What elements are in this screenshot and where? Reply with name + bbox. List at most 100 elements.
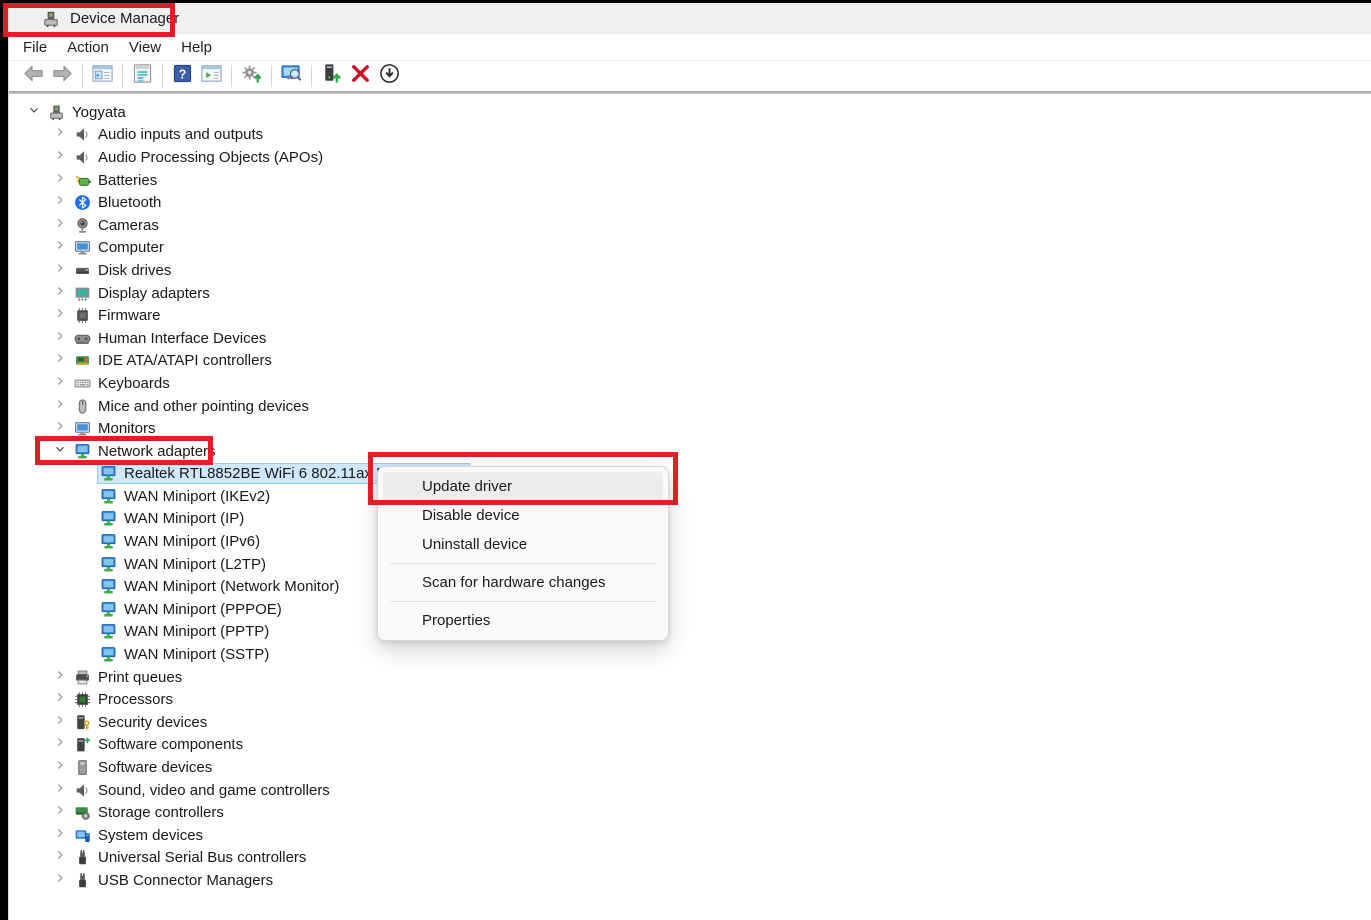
tree-item-universal-serial-bus-controllers[interactable]: Universal Serial Bus controllers [9, 847, 1371, 870]
expand-chevron[interactable] [49, 194, 71, 212]
help-button[interactable]: ? [169, 63, 196, 89]
disable-device-button[interactable] [376, 63, 403, 89]
menu-item-file[interactable]: File [13, 37, 57, 58]
tree-item-monitors[interactable]: Monitors [9, 417, 1371, 440]
update-driver-software-button[interactable] [238, 63, 265, 89]
tree-item-print-queues[interactable]: Print queues [9, 666, 1371, 689]
expand-chevron[interactable] [49, 307, 71, 325]
tree-item-cameras[interactable]: Cameras [9, 214, 1371, 237]
context-menu-item-properties[interactable]: Properties [383, 606, 663, 635]
scan-hardware-changes-button[interactable] [278, 63, 305, 89]
tree-item-realtek-rtl8852be-wifi-6-802-11ax-pcie-adapter[interactable]: Realtek RTL8852BE WiFi 6 802.11ax PCIe A… [9, 463, 1371, 486]
tree-item-audio-processing-objects-apos[interactable]: Audio Processing Objects (APOs) [9, 146, 1371, 169]
tree-item-batteries[interactable]: Batteries [9, 169, 1371, 192]
expand-chevron[interactable] [49, 826, 71, 844]
tree-row-content: WAN Miniport (IKEv2) [97, 486, 275, 507]
properties-button[interactable] [129, 63, 156, 89]
tree-item-wan-miniport-ipv6[interactable]: WAN Miniport (IPv6) [9, 530, 1371, 553]
tree-item-computer[interactable]: Computer [9, 237, 1371, 260]
menu-item-view[interactable]: View [119, 37, 171, 58]
back-icon [22, 62, 45, 90]
show-hide-console-tree-button[interactable] [89, 63, 116, 89]
expand-chevron[interactable] [49, 668, 71, 686]
context-menu-item-uninstall-device[interactable]: Uninstall device [383, 530, 663, 559]
tree-item-yogyata[interactable]: Yogyata [9, 101, 1371, 124]
expand-chevron[interactable] [49, 148, 71, 166]
network-icon [100, 623, 117, 640]
tree-item-ide-ata-atapi-controllers[interactable]: IDE ATA/ATAPI controllers [9, 350, 1371, 373]
tree-item-usb-connector-managers[interactable]: USB Connector Managers [9, 869, 1371, 892]
menu-item-help[interactable]: Help [171, 37, 222, 58]
expand-chevron[interactable] [49, 397, 71, 415]
expand-chevron[interactable] [49, 126, 71, 144]
tree-row-content: WAN Miniport (IP) [97, 508, 249, 529]
network-icon [100, 601, 117, 618]
tree-item-label: IDE ATA/ATAPI controllers [98, 352, 272, 369]
tree-item-wan-miniport-sstp[interactable]: WAN Miniport (SSTP) [9, 643, 1371, 666]
device-manager-window: Device Manager FileActionViewHelp ? Yogy… [8, 3, 1371, 920]
tree-item-wan-miniport-pptp[interactable]: WAN Miniport (PPTP) [9, 621, 1371, 644]
disable-device-icon [378, 62, 401, 90]
expand-chevron[interactable] [49, 261, 71, 279]
expand-chevron[interactable] [49, 352, 71, 370]
tree-item-sound-video-and-game-controllers[interactable]: Sound, video and game controllers [9, 779, 1371, 802]
chevron-right-icon [53, 216, 67, 235]
tree-row-content: System devices [71, 825, 208, 846]
action-pane-button[interactable] [198, 63, 225, 89]
expand-chevron[interactable] [49, 713, 71, 731]
context-menu-item-scan-for-hardware-changes[interactable]: Scan for hardware changes [383, 568, 663, 597]
context-menu-item-update-driver[interactable]: Update driver [383, 472, 663, 501]
expand-chevron[interactable] [49, 171, 71, 189]
tree-row-content: Human Interface Devices [71, 328, 271, 349]
expand-chevron[interactable] [49, 420, 71, 438]
tree-item-security-devices[interactable]: Security devices [9, 711, 1371, 734]
expand-chevron[interactable] [49, 691, 71, 709]
expand-chevron[interactable] [49, 759, 71, 777]
tree-item-firmware[interactable]: Firmware [9, 304, 1371, 327]
collapse-chevron[interactable] [23, 103, 45, 121]
forward-button[interactable] [49, 63, 76, 89]
tree-item-system-devices[interactable]: System devices [9, 824, 1371, 847]
tree-item-network-adapters[interactable]: Network adapters [9, 440, 1371, 463]
menu-item-action[interactable]: Action [57, 37, 119, 58]
tree-item-software-components[interactable]: Software components [9, 734, 1371, 757]
expand-chevron[interactable] [49, 804, 71, 822]
update-driver-software-icon [240, 62, 263, 90]
tree-item-processors[interactable]: Processors [9, 688, 1371, 711]
tree-item-human-interface-devices[interactable]: Human Interface Devices [9, 327, 1371, 350]
expand-chevron[interactable] [49, 849, 71, 867]
expand-chevron[interactable] [49, 736, 71, 754]
update-driver-toolbar-button[interactable] [318, 63, 345, 89]
expand-chevron[interactable] [49, 239, 71, 257]
expand-chevron[interactable] [49, 329, 71, 347]
tree-item-software-devices[interactable]: Software devices [9, 756, 1371, 779]
tree-item-mice-and-other-pointing-devices[interactable]: Mice and other pointing devices [9, 395, 1371, 418]
tree-item-storage-controllers[interactable]: Storage controllers [9, 801, 1371, 824]
tree-item-keyboards[interactable]: Keyboards [9, 372, 1371, 395]
expand-chevron[interactable] [49, 374, 71, 392]
tree-item-wan-miniport-pppoe[interactable]: WAN Miniport (PPPOE) [9, 598, 1371, 621]
display-adapter-icon [74, 285, 91, 302]
uninstall-device-button[interactable] [347, 63, 374, 89]
tree-item-label: Audio Processing Objects (APOs) [98, 149, 323, 166]
tree-row-content: Yogyata [45, 102, 131, 123]
tree-item-wan-miniport-ip[interactable]: WAN Miniport (IP) [9, 508, 1371, 531]
expand-chevron[interactable] [49, 871, 71, 889]
expand-chevron[interactable] [49, 216, 71, 234]
collapse-chevron[interactable] [49, 442, 71, 460]
show-hide-console-tree-icon [91, 62, 114, 90]
tree-item-wan-miniport-network-monitor[interactable]: WAN Miniport (Network Monitor) [9, 575, 1371, 598]
svg-text:?: ? [179, 67, 187, 81]
tree-item-audio-inputs-and-outputs[interactable]: Audio inputs and outputs [9, 124, 1371, 147]
tree-item-display-adapters[interactable]: Display adapters [9, 282, 1371, 305]
context-menu-item-disable-device[interactable]: Disable device [383, 501, 663, 530]
tree-item-wan-miniport-ikev2[interactable]: WAN Miniport (IKEv2) [9, 485, 1371, 508]
expand-chevron[interactable] [49, 781, 71, 799]
back-button[interactable] [20, 63, 47, 89]
tree-item-bluetooth[interactable]: Bluetooth [9, 191, 1371, 214]
tree-item-label: WAN Miniport (Network Monitor) [124, 578, 339, 595]
expand-chevron[interactable] [49, 284, 71, 302]
tree-item-wan-miniport-l2tp[interactable]: WAN Miniport (L2TP) [9, 553, 1371, 576]
tree-item-disk-drives[interactable]: Disk drives [9, 259, 1371, 282]
disk-icon [74, 262, 91, 279]
